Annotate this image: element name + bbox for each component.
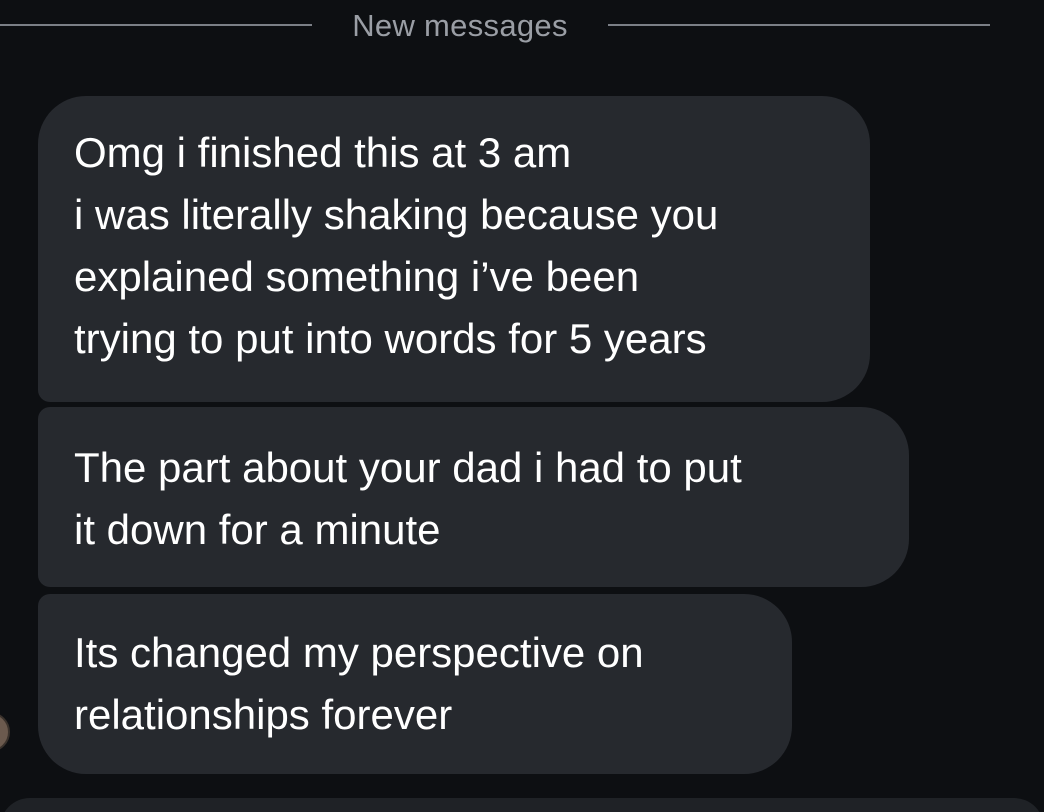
message-text-line: The part about your dad i had to put [74, 444, 742, 491]
sender-avatar[interactable] [0, 712, 10, 752]
message-bubble[interactable]: Its changed my perspective on relationsh… [38, 594, 792, 774]
divider-line-right [608, 24, 990, 26]
message-text-line: it down for a minute [74, 506, 441, 553]
message-text-line: Its changed my perspective on [74, 629, 644, 676]
message-text-line: i was literally shaking because you [74, 191, 719, 238]
new-messages-divider: New messages [0, 0, 1044, 52]
divider-line-left [0, 24, 312, 26]
message-text-line: trying to put into words for 5 years [74, 315, 707, 362]
new-messages-label: New messages [352, 8, 568, 43]
message-text-line: relationships forever [74, 691, 453, 738]
message-text-line: Omg i finished this at 3 am [74, 129, 572, 176]
message-text-line: explained something i’ve been [74, 253, 640, 300]
composer-bar[interactable] [0, 798, 1044, 812]
message-bubble[interactable]: Omg i finished this at 3 am i was litera… [38, 96, 870, 402]
chat-screen: New messages Omg i finished this at 3 am… [0, 0, 1044, 812]
message-bubble[interactable]: The part about your dad i had to put it … [38, 407, 909, 587]
